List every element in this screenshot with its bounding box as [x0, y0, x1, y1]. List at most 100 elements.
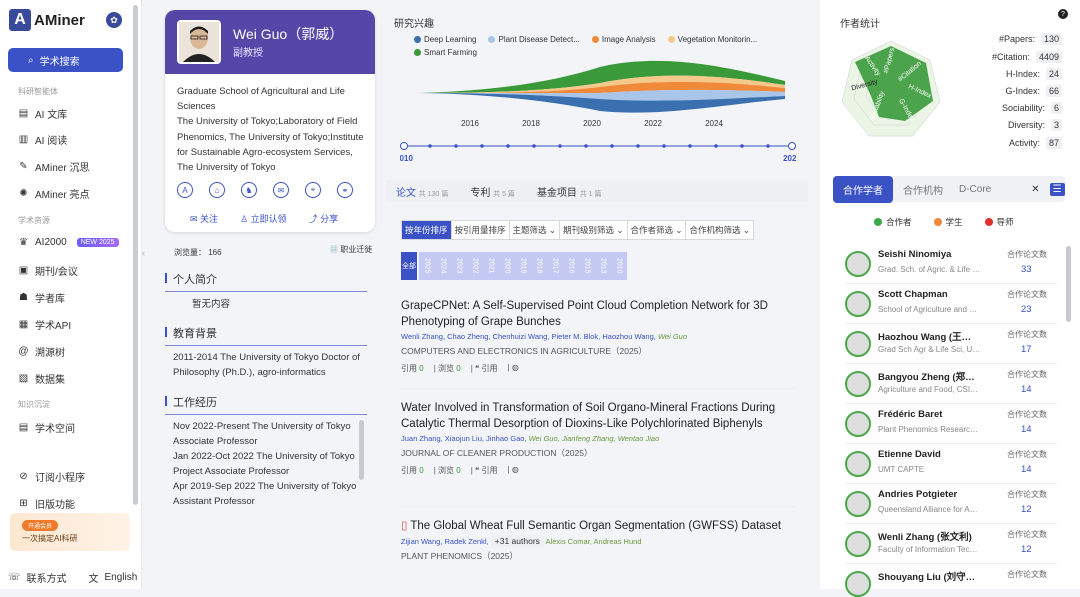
year-chip[interactable]: 2022 [467, 252, 483, 280]
coauthor-row[interactable]: Shouyang Liu (刘守阳) 合作论文数 [845, 566, 1057, 597]
graph-view-icon[interactable]: ✕ [1031, 184, 1039, 195]
cite-button[interactable]: | ❝ 引用 [471, 465, 498, 476]
coauthor-row[interactable]: Haozhou Wang (王浩舟 W... Grad Sch Agr & Lif… [845, 326, 1057, 364]
year-chip[interactable]: 2015 [579, 252, 595, 280]
topic-filter[interactable]: 主题筛选 ⌄ [509, 221, 561, 239]
coauthor-name[interactable]: Scott Chapman [878, 289, 978, 300]
link-icon[interactable]: ⚭ [337, 182, 353, 198]
sort-by-year[interactable]: 按年份排序 [402, 221, 452, 239]
nav-subscribe[interactable]: ⊘ 订阅小程序 [18, 468, 85, 484]
author-list[interactable]: Zijian Wang, Radek Zenkl, [401, 537, 489, 546]
coauthor-row[interactable]: Wenli Zhang (张文利) Faculty of Information … [845, 526, 1057, 564]
coauthor-name[interactable]: Etienne David [878, 449, 978, 460]
sort-by-citation[interactable]: 按引用量排序 [451, 221, 510, 239]
work-scrollbar[interactable] [359, 420, 364, 480]
year-chip[interactable]: 2016 [563, 252, 579, 280]
year-chip[interactable]: 2018 [531, 252, 547, 280]
institution-filter[interactable]: 合作机构筛选 ⌄ [686, 221, 753, 239]
legend-item[interactable]: Image Analysis [591, 35, 656, 44]
tab-coauthors[interactable]: 合作学者 [833, 175, 893, 203]
year-chip[interactable]: 2013 [595, 252, 611, 280]
paper-title[interactable]: Water Involved in Transformation of Soil… [401, 400, 796, 432]
settings-icon[interactable]: ✿ [106, 12, 122, 28]
coauthor-name[interactable]: Seishi Ninomiya [878, 249, 978, 260]
year-timeline[interactable]: 2010 2025 [400, 140, 796, 168]
year-chip[interactable]: 2023 [451, 252, 467, 280]
cite-button[interactable]: | ❝ 引用 [471, 363, 498, 374]
year-chip[interactable]: 2021 [483, 252, 499, 280]
journal-level-filter[interactable]: 期刊级别筛选 ⌄ [560, 221, 628, 239]
contact-link[interactable]: 联系方式 [27, 570, 67, 585]
nav-dataset[interactable]: ▧ 数据集 [18, 370, 65, 386]
tab-papers[interactable]: 论文 共 130 篇 [396, 184, 448, 199]
tab-patents[interactable]: 专利 共 5 篇 [470, 184, 515, 199]
year-chip[interactable]: 2017 [547, 252, 563, 280]
author-list[interactable]: Juan Zhang, Xiaojun Liu, Jinhao Gao, [401, 434, 527, 443]
aminer-profile-icon[interactable]: A [177, 182, 193, 198]
coauthor-scrollbar[interactable] [1066, 246, 1071, 322]
tab-grants[interactable]: 基金项目 共 1 篇 [537, 184, 602, 199]
nav-tree[interactable]: @ 溯源树 [18, 343, 65, 359]
coauthor-row[interactable]: Andries Potgieter Queensland Alliance for… [845, 486, 1057, 524]
year-chip[interactable]: 2024 [435, 252, 451, 280]
claim-button[interactable]: ♙ 立即认领 [240, 212, 287, 225]
coauthor-filter[interactable]: 合作者筛选 ⌄ [627, 221, 687, 239]
author-list[interactable]: Wenli Zhang, Chao Zheng, Chenhuizi Wang,… [401, 332, 656, 341]
tab-dcore[interactable]: D-Core [959, 184, 991, 195]
coauthor-name[interactable]: Frédéric Baret [878, 409, 978, 420]
link-icon[interactable]: | ◍ [508, 465, 519, 476]
year-chip[interactable]: 2025 [419, 252, 435, 280]
coauthor-name[interactable]: Haozhou Wang (王浩舟 W... [878, 329, 978, 343]
paper-stats: 引用 0 | 浏览 0 | ❝ 引用 | ◍ [401, 465, 796, 476]
tab-institutions[interactable]: 合作机构 [903, 182, 943, 197]
nav-space[interactable]: ▤ 学术空间 [18, 419, 75, 435]
highlighted-author[interactable]: Wei Guo [658, 332, 687, 341]
list-view-icon[interactable]: ☰ [1049, 182, 1065, 196]
aminer-logo[interactable]: A AMiner [9, 9, 85, 31]
more-authors-badge[interactable]: +31 authors [490, 535, 544, 547]
share-button[interactable]: ⤴ 分享 [309, 212, 339, 225]
nav-legacy[interactable]: ⊞ 旧版功能 [18, 495, 75, 511]
nav-ai-read[interactable]: ▥ AI 阅读 [18, 131, 67, 147]
academic-search-button[interactable]: ⌕ 学术搜索 [8, 48, 123, 72]
language-toggle[interactable]: English [105, 572, 138, 583]
legend-item[interactable]: Plant Disease Detect... [488, 35, 580, 44]
homepage-icon[interactable]: ⌂ [209, 182, 225, 198]
link-icon[interactable]: | ◍ [508, 363, 519, 374]
nav-api[interactable]: ▦ 学术API [18, 316, 71, 332]
nav-journals[interactable]: ▣ 期刊/会议 [18, 262, 78, 278]
nav-aminer-highlight[interactable]: ✺ AMiner 亮点 [18, 185, 89, 201]
location-icon[interactable]: ⌖ [305, 182, 321, 198]
year-chip[interactable]: 2019 [515, 252, 531, 280]
email-icon[interactable]: ✉ [273, 182, 289, 198]
nav-ai2000[interactable]: ♛ AI2000 NEW 2025 [18, 234, 119, 250]
membership-promo[interactable]: 开通会员 一次搞定AI科研 [10, 513, 130, 551]
coauthor-name[interactable]: Shouyang Liu (刘守阳) [878, 569, 978, 583]
nav-ai-library[interactable]: ▤ AI 文库 [18, 105, 67, 121]
sidebar-scrollbar[interactable] [133, 5, 138, 505]
coauthor-name[interactable]: Wenli Zhang (张文利) [878, 529, 978, 543]
year-chip[interactable]: 2010 [611, 252, 627, 280]
highlighted-author[interactable]: Wei Guo, Jianfeng Zhang, Wentao Jiao [529, 434, 660, 443]
nav-aminer-think[interactable]: ✎ AMiner 沉思 [18, 158, 89, 174]
coauthor-row[interactable]: Frédéric Baret Plant Phenomics Research C… [845, 406, 1057, 444]
coauthor-name[interactable]: Andries Potgieter [878, 489, 978, 500]
education-icon[interactable]: ♞ [241, 182, 257, 198]
paper-title[interactable]: ▯ The Global Wheat Full Semantic Organ S… [401, 518, 796, 534]
year-all[interactable]: 全部 [401, 252, 417, 280]
career-map-button[interactable]: ▦ 职业迁徙 [330, 244, 372, 255]
collapse-arrow-icon[interactable]: ‹ [142, 248, 145, 258]
follow-button[interactable]: ✉ 关注 [190, 212, 218, 225]
nav-scholars[interactable]: ☗ 学者库 [18, 289, 65, 305]
coauthor-name[interactable]: Bangyou Zheng (郑邦友) [878, 369, 978, 383]
legend-item[interactable]: Vegetation Monitorin... [667, 35, 757, 44]
coauthor-row[interactable]: Seishi Ninomiya Grad. Sch. of Agric. & Li… [845, 246, 1057, 284]
coauthor-row[interactable]: Scott Chapman School of Agriculture and F… [845, 286, 1057, 324]
highlighted-author[interactable]: Alexis Comar, Andreas Hund [546, 537, 642, 546]
coauthor-row[interactable]: Bangyou Zheng (郑邦友) Agriculture and Food,… [845, 366, 1057, 404]
legend-item[interactable]: Deep Learning [414, 35, 476, 44]
paper-title[interactable]: GrapeCPNet: A Self-Supervised Point Clou… [401, 298, 796, 330]
year-chip[interactable]: 2020 [499, 252, 515, 280]
help-icon[interactable]: ? [1058, 9, 1068, 19]
coauthor-row[interactable]: Etienne David UMT CAPTE 合作论文数 14 [845, 446, 1057, 484]
